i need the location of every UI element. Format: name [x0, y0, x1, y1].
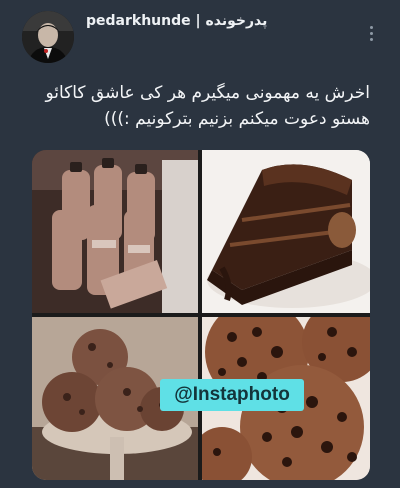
watermark-label: @Instaphoto	[160, 379, 304, 411]
tweet-text: اخرش یه مهمونی میگیرم هر کی عاشق کاکائو …	[45, 83, 370, 129]
avatar[interactable]	[22, 11, 74, 63]
post-header: pedarkhunde | پدرخونده	[0, 0, 400, 68]
chocolate-cake-slice[interactable]	[202, 150, 370, 313]
media-grid[interactable]: @Instaphoto	[32, 150, 370, 480]
more-vertical-icon[interactable]	[368, 26, 374, 44]
author-name[interactable]: pedarkhunde | پدرخونده	[86, 13, 267, 29]
chocolate-milk-bottles[interactable]	[32, 150, 198, 313]
